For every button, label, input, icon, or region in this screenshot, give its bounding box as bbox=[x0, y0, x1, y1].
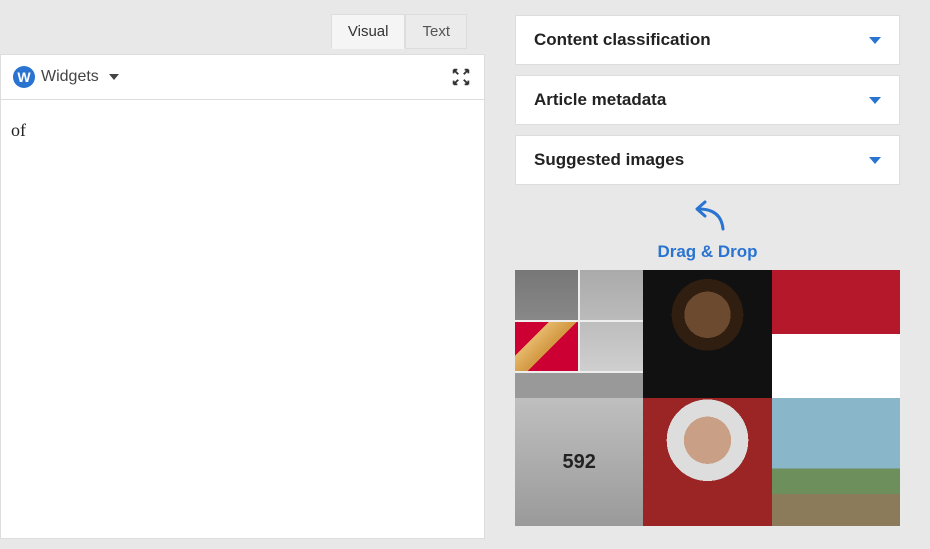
panel-content-classification[interactable]: Content classification bbox=[515, 15, 900, 65]
runner-bib-number: 592 bbox=[562, 451, 595, 474]
suggested-image[interactable] bbox=[643, 398, 771, 526]
chevron-down-icon bbox=[869, 37, 881, 44]
editor-area: Visual Text W Widgets of bbox=[0, 0, 485, 549]
content-text-fragment: of bbox=[11, 120, 26, 140]
suggested-image[interactable] bbox=[772, 398, 900, 526]
editor-tabs: Visual Text bbox=[331, 14, 467, 49]
chevron-down-icon bbox=[109, 74, 119, 80]
widgets-dropdown[interactable]: W Widgets bbox=[13, 66, 119, 88]
editor-content[interactable]: of bbox=[0, 100, 485, 539]
chevron-down-icon bbox=[869, 97, 881, 104]
widgets-label: Widgets bbox=[41, 68, 99, 86]
suggested-image[interactable] bbox=[772, 270, 900, 398]
drag-drop-hint: Drag & Drop bbox=[515, 199, 900, 262]
panel-title: Suggested images bbox=[534, 150, 684, 170]
panel-suggested-images[interactable]: Suggested images bbox=[515, 135, 900, 185]
panel-article-metadata[interactable]: Article metadata bbox=[515, 75, 900, 125]
widgets-icon: W bbox=[13, 66, 35, 88]
editor-toolbar: W Widgets bbox=[0, 54, 485, 100]
suggested-image[interactable]: 592 bbox=[515, 398, 643, 526]
suggested-image[interactable] bbox=[515, 270, 643, 398]
fullscreen-icon[interactable] bbox=[450, 66, 472, 88]
panel-title: Content classification bbox=[534, 30, 711, 50]
panel-title: Article metadata bbox=[534, 90, 666, 110]
chevron-down-icon bbox=[869, 157, 881, 164]
drag-drop-label: Drag & Drop bbox=[657, 242, 757, 261]
curved-arrow-icon bbox=[683, 199, 733, 240]
tab-visual[interactable]: Visual bbox=[331, 14, 406, 49]
suggested-images-grid: 592 bbox=[515, 270, 900, 526]
suggested-image[interactable] bbox=[643, 270, 771, 398]
tab-text[interactable]: Text bbox=[405, 14, 467, 49]
sidebar: Content classification Article metadata … bbox=[485, 0, 930, 549]
